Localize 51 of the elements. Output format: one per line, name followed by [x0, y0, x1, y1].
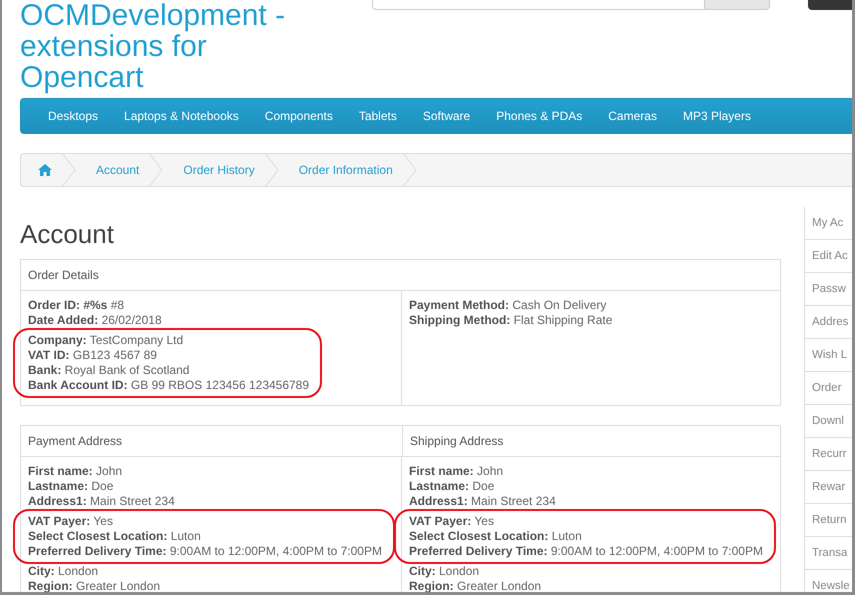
detail-line: Shipping Method: Flat Shipping Rate — [409, 313, 612, 328]
detail-line: First name: John — [409, 464, 504, 479]
breadcrumb-link[interactable]: Account — [76, 163, 140, 177]
account-menu-item[interactable]: Wish L — [804, 339, 852, 372]
table-heading: Shipping Address — [402, 426, 780, 457]
account-menu-item[interactable]: Downl — [804, 405, 852, 438]
detail-line: Preferred Delivery Time: 9:00AM to 12:00PM, 4:00PM to 7:00PM — [409, 544, 763, 559]
detail-line: Payment Method: Cash On Delivery — [409, 298, 608, 313]
menu-item[interactable]: Desktops — [35, 109, 112, 123]
breadcrumb-link[interactable]: Order Information — [278, 163, 393, 177]
account-menu-item[interactable]: Passw — [804, 273, 852, 306]
detail-line: Bank Account ID: GB 99 RBOS 123456 123456789 — [28, 378, 310, 393]
account-menu-item[interactable]: Addres — [804, 306, 852, 339]
account-menu-item[interactable]: Order — [804, 372, 852, 405]
detail-line: Select Closest Location: Luton — [409, 529, 583, 544]
account-menu-item[interactable]: Recurr — [804, 438, 852, 471]
detail-line: Company: TestCompany Ltd — [28, 333, 184, 348]
detail-line: Preferred Delivery Time: 9:00AM to 12:00PM, 4:00PM to 7:00PM — [28, 544, 382, 559]
detail-line: Address1: Main Street 234 — [28, 494, 175, 509]
account-menu-item[interactable]: Transa — [804, 537, 852, 570]
breadcrumb-link[interactable]: Order History — [163, 163, 255, 177]
detail-line: Bank: Royal Bank of Scotland — [28, 363, 190, 378]
menu-item[interactable]: Software — [410, 109, 484, 123]
detail-line: Lastname: Doe — [409, 479, 496, 494]
account-menu-item[interactable]: My Ac — [804, 207, 852, 240]
menu-item[interactable]: Components — [252, 109, 346, 123]
detail-line: VAT Payer: Yes — [409, 514, 495, 529]
detail-line: VAT Payer: Yes — [28, 514, 114, 529]
detail-line: VAT ID: GB123 4567 89 — [28, 348, 158, 363]
detail-line: Date Added: 26/02/2018 — [28, 313, 162, 328]
detail-line: First name: John — [28, 464, 124, 479]
table-heading: Payment Address — [21, 426, 402, 457]
detail-line: Select Closest Location: Luton — [28, 529, 202, 544]
menu-item[interactable]: MP3 Players — [670, 109, 764, 123]
menu-item[interactable]: Phones & PDAs — [483, 109, 596, 123]
account-menu-item[interactable]: Return — [804, 504, 852, 537]
account-menu-item[interactable]: Edit Ac — [804, 240, 852, 273]
detail-line: Lastname: Doe — [28, 479, 114, 494]
detail-line: City: London — [28, 564, 100, 579]
account-menu-item[interactable]: Newsle — [804, 570, 852, 592]
account-menu-item[interactable]: Rewar — [804, 471, 852, 504]
menu-item[interactable]: Laptops & Notebooks — [111, 109, 252, 123]
detail-line: Order ID: #%s #8 — [28, 298, 126, 313]
menu-item[interactable]: Cameras — [595, 109, 670, 123]
store-name[interactable]: OCMDevelopment - extensions for Opencart — [20, 0, 290, 93]
detail-line: City: London — [409, 564, 480, 579]
detail-line: Address1: Main Street 234 — [409, 494, 556, 509]
table-heading: Order Details — [21, 260, 780, 291]
home-icon — [38, 164, 52, 176]
page-title: Account — [20, 219, 115, 249]
menu-item[interactable]: Tablets — [346, 109, 410, 123]
